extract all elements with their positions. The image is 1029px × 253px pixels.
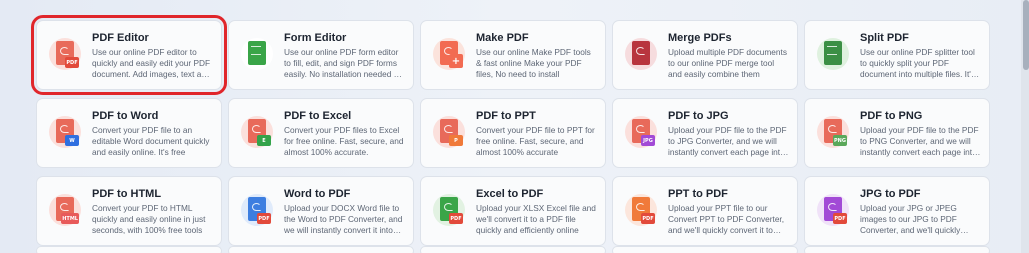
tool-description: Upload your DOCX Word file to the Word t… xyxy=(284,203,403,236)
tool-title: Merge PDFs xyxy=(668,32,732,44)
tool-title: Excel to PDF xyxy=(476,188,544,200)
tool-card-pdf-to-ppt[interactable]: P PDF to PPT Convert your PDF file to PPT … xyxy=(420,98,606,168)
tool-title: Word to PDF xyxy=(284,188,351,200)
tool-title: PDF to Excel xyxy=(284,110,352,122)
split-pdf-icon xyxy=(817,38,849,70)
pdf-to-jpg-icon: JPG xyxy=(625,116,657,148)
tool-card-pdf-editor[interactable]: PDF PDF Editor Use our online PDF editor t… xyxy=(31,15,227,95)
tool-title: PDF to PNG xyxy=(860,110,923,122)
tool-card-ppt-to-pdf[interactable]: PDF PPT to PDF Upload your PPT file to our… xyxy=(612,176,798,246)
excel-to-pdf-icon: PDF xyxy=(433,194,465,226)
tool-title: Form Editor xyxy=(284,32,347,44)
tool-title: PDF to JPG xyxy=(668,110,729,122)
next-row-card[interactable] xyxy=(36,246,222,253)
pdf-to-html-icon: HTML xyxy=(49,194,81,226)
pdf-to-ppt-icon: P xyxy=(433,116,465,148)
tool-card-pdf-to-html[interactable]: HTML PDF to HTML Convert your PDF to HTML … xyxy=(36,176,222,246)
tool-card-make-pdf[interactable]: + Make PDF Use our online Make PDF tools &… xyxy=(420,20,606,90)
tool-description: Use our online Make PDF tools & fast onl… xyxy=(476,47,591,80)
scrollbar[interactable] xyxy=(1021,0,1029,253)
tool-card-jpg-to-pdf[interactable]: PDF JPG to PDF Upload your JPG or JPEG ima… xyxy=(804,176,990,246)
tool-card-form-editor[interactable]: Form Editor Use our online PDF form edito… xyxy=(228,20,414,90)
tool-description: Upload your PDF file to the PDF to PNG C… xyxy=(860,125,979,158)
form-editor-icon xyxy=(241,38,273,70)
pdf-to-word-icon: W xyxy=(49,116,81,148)
tool-card-pdf-to-png[interactable]: PNG PDF to PNG Upload your PDF file to the… xyxy=(804,98,990,168)
pdf-to-excel-icon: E xyxy=(241,116,273,148)
tool-title: PDF to PPT xyxy=(476,110,536,122)
next-row-card[interactable] xyxy=(804,246,990,253)
tools-grid: PDF PDF Editor Use our online PDF editor t… xyxy=(31,15,990,246)
tool-description: Convert your PDF file to PPT for free on… xyxy=(476,125,595,158)
tool-description: Upload your JPG or JPEG images to our JP… xyxy=(860,203,961,236)
tool-description: Upload multiple PDF documents to our onl… xyxy=(668,47,787,80)
tool-description: Use our online PDF editor to quickly and… xyxy=(92,47,211,80)
pdf-to-png-icon: PNG xyxy=(817,116,849,148)
tool-card-pdf-to-word[interactable]: W PDF to Word Convert your PDF file to an … xyxy=(36,98,222,168)
tool-title: PDF Editor xyxy=(92,32,149,44)
tool-description: Upload your PDF file to the PDF to JPG C… xyxy=(668,125,787,158)
tool-card-pdf-to-jpg[interactable]: JPG PDF to JPG Upload your PDF file to the… xyxy=(612,98,798,168)
tool-title: Split PDF xyxy=(860,32,909,44)
tool-title: PPT to PDF xyxy=(668,188,728,200)
merge-pdf-icon xyxy=(625,38,657,70)
tool-description: Upload your XLSX Excel file and we'll co… xyxy=(476,203,596,236)
scrollbar-thumb[interactable] xyxy=(1023,0,1029,70)
tool-description: Convert your PDF files to Excel for free… xyxy=(284,125,404,158)
make-pdf-icon: + xyxy=(433,38,465,70)
next-row-card[interactable] xyxy=(612,246,798,253)
tool-title: Make PDF xyxy=(476,32,529,44)
tool-card-word-to-pdf[interactable]: PDF Word to PDF Upload your DOCX Word file… xyxy=(228,176,414,246)
tool-description: Use our online PDF form editor to fill, … xyxy=(284,47,401,80)
word-to-pdf-icon: PDF xyxy=(241,194,273,226)
tool-title: PDF to HTML xyxy=(92,188,162,200)
next-row-card[interactable] xyxy=(420,246,606,253)
ppt-to-pdf-icon: PDF xyxy=(625,194,657,226)
tool-card-pdf-to-excel[interactable]: E PDF to Excel Convert your PDF files to E… xyxy=(228,98,414,168)
tool-title: JPG to PDF xyxy=(860,188,921,200)
tool-description: Upload your PPT file to our Convert PPT … xyxy=(668,203,785,236)
tool-title: PDF to Word xyxy=(92,110,159,122)
next-row-card[interactable] xyxy=(228,246,414,253)
tool-description: Convert your PDF file to an editable Wor… xyxy=(92,125,210,158)
jpg-to-pdf-icon: PDF xyxy=(817,194,849,226)
tool-description: Use our online PDF splitter tool to quic… xyxy=(860,47,976,80)
tool-card-split-pdf[interactable]: Split PDF Use our online PDF splitter too… xyxy=(804,20,990,90)
tool-card-merge-pdf[interactable]: Merge PDFs Upload multiple PDF documents … xyxy=(612,20,798,90)
tool-description: Convert your PDF to HTML quickly and eas… xyxy=(92,203,206,236)
tool-card-excel-to-pdf[interactable]: PDF Excel to PDF Upload your XLSX Excel fi… xyxy=(420,176,606,246)
pdf-editor-icon: PDF xyxy=(49,38,81,70)
